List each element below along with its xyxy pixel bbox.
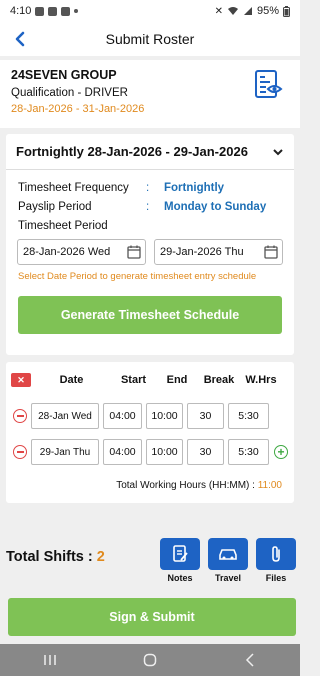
- travel-button[interactable]: [208, 538, 248, 570]
- date-period-hint: Select Date Period to generate timesheet…: [18, 271, 257, 282]
- more-notifications-icon: [74, 9, 79, 13]
- total-shifts: Total Shifts : 2: [6, 549, 105, 565]
- info-row-frequency: Timesheet Frequency : Fortnightly: [18, 181, 225, 194]
- status-time: 4:10: [10, 5, 32, 17]
- period-dropdown[interactable]: Fortnightly 28-Jan-2026 - 29-Jan-2026: [6, 134, 294, 170]
- generate-schedule-button[interactable]: Generate Timesheet Schedule: [18, 296, 282, 334]
- qualification-text: Qualification - DRIVER: [11, 87, 128, 99]
- mute-icon: ✕: [214, 5, 223, 17]
- wifi-icon: [227, 7, 238, 15]
- app-notification-icon: [48, 6, 58, 16]
- timesheet-table: ✕ Date Start End Break W.Hrs 28-Jan Wed …: [6, 362, 294, 503]
- sign-submit-button[interactable]: Sign & Submit: [8, 598, 296, 636]
- to-date-field[interactable]: 29-Jan-2026 Thu: [154, 239, 283, 265]
- table-header: ✕ Date Start End Break W.Hrs: [6, 362, 294, 398]
- table-row: 28-Jan Wed 04:00 10:00 30 5:30: [6, 398, 294, 434]
- total-working-hours: Total Working Hours (HH:MM) : 11:00: [116, 480, 282, 491]
- travel-action[interactable]: Travel: [208, 538, 248, 583]
- break-field[interactable]: 30: [187, 403, 224, 429]
- remove-row-icon[interactable]: [13, 409, 27, 423]
- notes-button[interactable]: [160, 538, 200, 570]
- document-view-icon[interactable]: [252, 68, 286, 102]
- total-shifts-count: 2: [96, 549, 105, 565]
- notes-action[interactable]: Notes: [160, 538, 200, 583]
- work-hours-field[interactable]: 5:30: [228, 403, 269, 429]
- page-title: Submit Roster: [105, 31, 195, 47]
- system-back-button[interactable]: [230, 648, 270, 672]
- add-row-icon[interactable]: +: [274, 445, 288, 459]
- files-label: Files: [265, 573, 287, 583]
- recents-icon: [44, 655, 56, 665]
- break-field[interactable]: 30: [187, 439, 224, 465]
- chevron-left-icon: [15, 31, 25, 47]
- car-icon: [219, 549, 237, 560]
- summary-actions: Total Shifts : 2 Notes Travel Files: [0, 532, 300, 588]
- end-time-field[interactable]: 10:00: [146, 403, 183, 429]
- frequency-value: Fortnightly: [164, 181, 225, 194]
- travel-label: Travel: [214, 573, 242, 583]
- end-time-field[interactable]: 10:00: [146, 439, 183, 465]
- notes-label: Notes: [167, 573, 193, 583]
- chevron-down-icon: [273, 148, 283, 155]
- period-title: Fortnightly 28-Jan-2026 - 29-Jan-2026: [16, 144, 248, 159]
- app-bar: Submit Roster: [0, 22, 300, 56]
- date-cell[interactable]: 29-Jan Thu: [31, 439, 99, 465]
- files-button[interactable]: [256, 538, 296, 570]
- system-nav-bar: [0, 644, 300, 676]
- calendar-icon[interactable]: [127, 245, 141, 259]
- from-date-field[interactable]: 28-Jan-2026 Wed: [17, 239, 146, 265]
- company-name: 24SEVEN GROUP: [11, 68, 117, 82]
- paperclip-icon: [272, 546, 280, 562]
- back-button[interactable]: [10, 28, 30, 50]
- battery-level: 95%: [256, 5, 279, 17]
- work-hours-field[interactable]: 5:30: [228, 439, 269, 465]
- start-time-field[interactable]: 04:00: [103, 403, 142, 429]
- table-row: 29-Jan Thu 04:00 10:00 30 5:30 +: [6, 434, 294, 470]
- roster-date-range: 28-Jan-2026 - 31-Jan-2026: [11, 103, 145, 115]
- back-arrow-icon: [245, 653, 254, 667]
- delete-all-icon[interactable]: ✕: [11, 373, 31, 387]
- remove-row-icon[interactable]: [13, 445, 27, 459]
- status-bar: 4:10 ✕ 95%: [0, 0, 300, 22]
- signal-icon: [243, 7, 252, 15]
- message-notification-icon: [61, 6, 71, 16]
- date-cell[interactable]: 28-Jan Wed: [31, 403, 99, 429]
- start-time-field[interactable]: 04:00: [103, 439, 142, 465]
- gallery-notification-icon: [35, 6, 45, 16]
- info-row-timesheet-period: Timesheet Period: [18, 219, 108, 232]
- info-row-payslip: Payslip Period : Monday to Sunday: [18, 200, 267, 213]
- calendar-icon[interactable]: [264, 245, 278, 259]
- home-icon: [143, 653, 157, 667]
- recent-apps-button[interactable]: [30, 648, 70, 672]
- payslip-value: Monday to Sunday: [164, 200, 267, 213]
- battery-icon: [283, 5, 290, 17]
- notes-icon: [173, 545, 188, 562]
- home-button[interactable]: [130, 648, 170, 672]
- timesheet-period-card: Fortnightly 28-Jan-2026 - 29-Jan-2026 Ti…: [6, 134, 294, 355]
- total-hours-value: 11:00: [257, 480, 282, 491]
- company-card: 24SEVEN GROUP Qualification - DRIVER 28-…: [0, 60, 300, 128]
- files-action[interactable]: Files: [256, 538, 296, 583]
